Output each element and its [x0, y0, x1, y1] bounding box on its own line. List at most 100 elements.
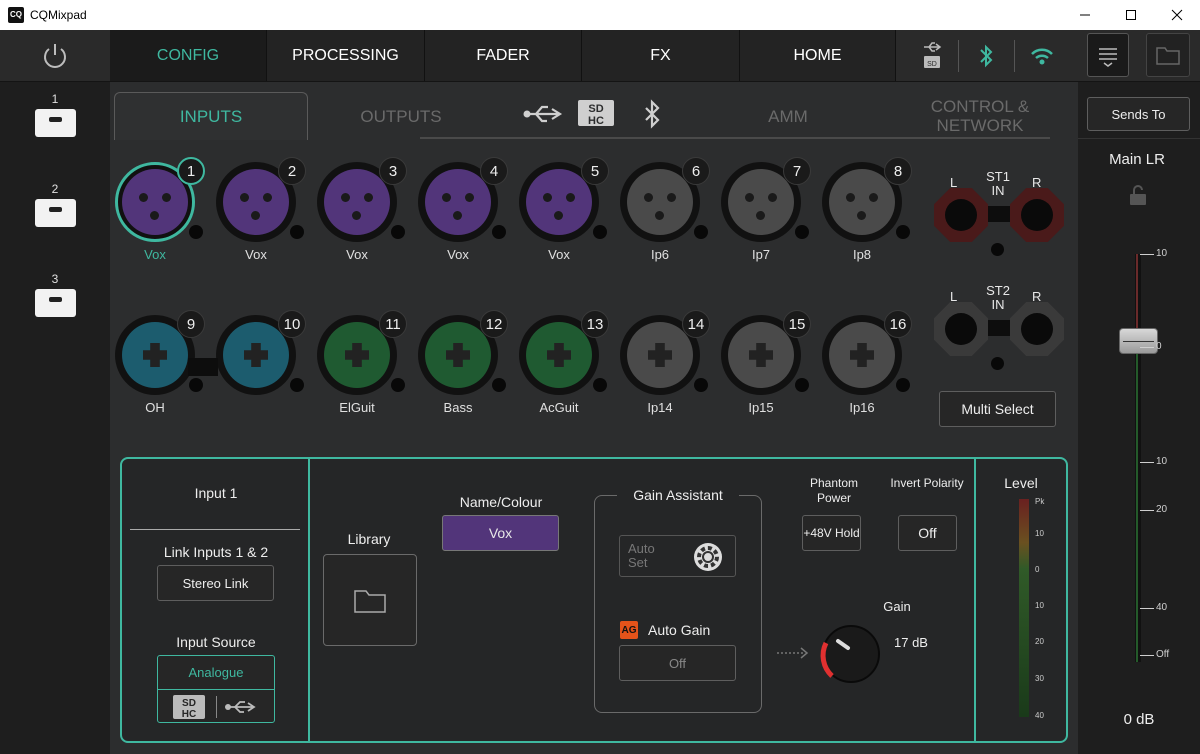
- menu-button[interactable]: [1087, 33, 1129, 77]
- select-dot: [189, 225, 203, 239]
- stereo-link-bridge: [188, 358, 218, 376]
- fader-knob-line: [1123, 341, 1154, 342]
- input-channel-2[interactable]: 2 Vox: [213, 157, 306, 267]
- auto-gain-button[interactable]: Off: [619, 645, 736, 681]
- tab-fx[interactable]: FX: [582, 30, 740, 81]
- fader-knob[interactable]: [1119, 328, 1158, 354]
- level-label: Level: [1004, 475, 1038, 491]
- folder-button[interactable]: [1146, 33, 1190, 77]
- gain-assistant-label: Gain Assistant: [617, 487, 739, 503]
- input-channel-13[interactable]: 13 AcGuit: [516, 310, 609, 420]
- tab-processing[interactable]: PROCESSING: [267, 30, 425, 81]
- channel-number: 8: [884, 157, 912, 185]
- stereo-link-button[interactable]: Stereo Link: [157, 565, 274, 601]
- gain-knob[interactable]: [818, 621, 884, 692]
- input-channel-4[interactable]: 4 Vox: [415, 157, 508, 267]
- power-icon: [44, 43, 66, 68]
- select-dot: [896, 225, 910, 239]
- channel-number: 12: [480, 310, 508, 338]
- input-channel-11[interactable]: 11 ElGuit: [314, 310, 407, 420]
- meter-scale-label: 10: [1035, 529, 1044, 538]
- usb-tab-icon[interactable]: [522, 102, 564, 131]
- subtab-control-network[interactable]: CONTROL & NETWORK: [920, 92, 1040, 140]
- input-channel-8[interactable]: 8 Ip8: [819, 157, 912, 267]
- library-label: Library: [347, 531, 391, 547]
- sends-to-button[interactable]: Sends To: [1087, 97, 1190, 131]
- channel-number: 5: [581, 157, 609, 185]
- title-bar: CQ CQMixpad: [0, 0, 1200, 30]
- select-dot: [391, 378, 405, 392]
- scene-button-2[interactable]: [35, 199, 76, 227]
- input-channel-6[interactable]: 6 Ip6: [617, 157, 710, 267]
- channel-label: Vox: [346, 247, 368, 262]
- sd-card-tab-icon[interactable]: SD HC: [576, 98, 616, 133]
- svg-text:HC: HC: [182, 709, 196, 720]
- input-channel-5[interactable]: 5 Vox: [516, 157, 609, 267]
- fader-scale-tick: [1140, 510, 1154, 511]
- st-left-label: L: [950, 289, 958, 304]
- channel-number: 10: [278, 310, 306, 338]
- divider: [130, 529, 300, 530]
- tab-home[interactable]: HOME: [740, 30, 896, 81]
- stereo-input-2[interactable]: L ST2 IN R: [932, 284, 1064, 370]
- fader-scale-label: 40: [1156, 602, 1168, 613]
- channel-label: OH: [145, 400, 165, 415]
- fader-scale-tick: [1140, 608, 1154, 609]
- input-channel-16[interactable]: 16 Ip16: [819, 310, 912, 420]
- library-button[interactable]: [323, 554, 417, 646]
- input-channel-1[interactable]: 1 Vox: [112, 157, 205, 267]
- jack-left: [934, 188, 988, 242]
- phantom-power-button[interactable]: +48V Hold: [802, 515, 861, 551]
- scene-number: 2: [51, 182, 59, 196]
- invert-polarity-button[interactable]: Off: [898, 515, 957, 551]
- stereo-input-1[interactable]: L ST1 IN R: [932, 170, 1064, 256]
- svg-text:HC: HC: [588, 115, 604, 127]
- channel-number: 2: [278, 157, 306, 185]
- input-channel-12[interactable]: 12 Bass: [415, 310, 508, 420]
- channel-label: Ip8: [852, 247, 872, 262]
- fader-scale-tick: [1140, 655, 1154, 656]
- name-colour-button[interactable]: Vox: [442, 515, 559, 551]
- select-dot: [694, 378, 708, 392]
- divider: [216, 696, 217, 718]
- select-dot: [189, 378, 203, 392]
- select-dot: [694, 225, 708, 239]
- multi-select-button[interactable]: Multi Select: [939, 391, 1056, 427]
- channel-label: Vox: [548, 247, 570, 262]
- hamburger-menu-icon: [1099, 48, 1117, 67]
- folder-icon: [1156, 47, 1180, 65]
- input-channel-14[interactable]: 14 Ip14: [617, 310, 710, 420]
- source-sd-icon[interactable]: SD HC: [172, 694, 206, 725]
- auto-set-label: Auto Set: [628, 541, 655, 570]
- meter-scale-label: 30: [1035, 674, 1044, 683]
- subtab-outputs[interactable]: OUTPUTS: [308, 92, 494, 140]
- input-channel-10[interactable]: 10: [213, 310, 306, 420]
- input-source-label: Input Source: [176, 634, 256, 650]
- input-channel-3[interactable]: 3 Vox: [314, 157, 407, 267]
- tab-fader[interactable]: FADER: [425, 30, 582, 81]
- unlock-icon[interactable]: [1128, 184, 1148, 211]
- channel-number: 9: [177, 310, 205, 338]
- source-usb-icon[interactable]: [224, 698, 260, 721]
- input-channel-7[interactable]: 7 Ip7: [718, 157, 811, 267]
- select-dot: [593, 225, 607, 239]
- app-logo-icon: CQ: [8, 7, 24, 23]
- scene-button-1[interactable]: [35, 109, 76, 137]
- channel-number: 4: [480, 157, 508, 185]
- subtab-amm[interactable]: AMM: [730, 92, 846, 140]
- fader-track[interactable]: [1135, 254, 1141, 662]
- tab-config[interactable]: CONFIG: [110, 30, 267, 81]
- meter-scale-label: 0: [1035, 565, 1040, 574]
- minimize-icon: [1080, 14, 1090, 16]
- source-analogue[interactable]: Analogue: [158, 656, 274, 690]
- subtab-inputs[interactable]: INPUTS: [114, 92, 308, 140]
- input-channel-15[interactable]: 15 Ip15: [718, 310, 811, 420]
- close-button[interactable]: [1154, 0, 1200, 30]
- bluetooth-tab-icon[interactable]: [640, 98, 664, 135]
- auto-set-button[interactable]: Auto Set: [619, 535, 736, 577]
- minimize-button[interactable]: [1062, 0, 1108, 30]
- scene-button-3[interactable]: [35, 289, 76, 317]
- power-button[interactable]: [0, 30, 110, 81]
- maximize-button[interactable]: [1108, 0, 1154, 30]
- channel-number: 6: [682, 157, 710, 185]
